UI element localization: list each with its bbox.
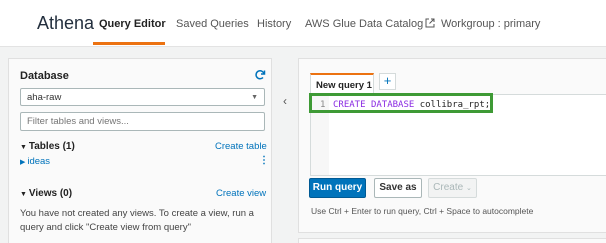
tab-saved-queries[interactable]: Saved Queries bbox=[176, 18, 249, 30]
views-header-label: Views (0) bbox=[28, 188, 73, 199]
tab-query-editor[interactable]: Query Editor bbox=[99, 18, 166, 30]
caret-down-icon: ▼ bbox=[20, 191, 29, 198]
database-title: Database bbox=[20, 70, 69, 82]
top-navigation: Athena Query Editor Saved Queries Histor… bbox=[0, 0, 606, 47]
database-select-value: aha-raw bbox=[27, 92, 62, 103]
run-query-button[interactable]: Run query bbox=[309, 178, 366, 198]
save-as-button[interactable]: Save as bbox=[374, 178, 422, 198]
active-tab-indicator bbox=[93, 42, 165, 45]
tables-section-header[interactable]: ▼ Tables (1) bbox=[20, 141, 75, 152]
tab-history[interactable]: History bbox=[257, 18, 291, 30]
caret-down-icon: ▼ bbox=[251, 94, 258, 101]
filter-tables-input[interactable] bbox=[20, 112, 265, 131]
more-options-icon[interactable]: ⋮ bbox=[259, 155, 269, 166]
add-tab-button[interactable]: + bbox=[379, 73, 396, 90]
athena-logo: Athena bbox=[37, 13, 95, 33]
create-button-label: Create bbox=[433, 182, 464, 193]
views-empty-message: You have not created any views. To creat… bbox=[20, 208, 254, 233]
external-link-icon bbox=[425, 18, 435, 28]
caret-down-icon: ▼ bbox=[20, 144, 29, 151]
keyboard-hint: Use Ctrl + Enter to run query, Ctrl + Sp… bbox=[311, 206, 534, 216]
create-view-link[interactable]: Create view bbox=[216, 188, 266, 199]
create-dropdown-button[interactable]: Create ⌄ bbox=[428, 178, 477, 198]
chevron-left-icon[interactable]: ‹ bbox=[283, 94, 287, 108]
database-select[interactable]: aha-raw ▼ bbox=[20, 88, 265, 106]
query-tab[interactable]: New query 1 bbox=[310, 73, 374, 95]
tab-glue-label: AWS Glue Data Catalog bbox=[305, 18, 424, 30]
chevron-down-icon: ⌄ bbox=[465, 185, 472, 192]
database-sidebar: Database aha-raw ▼ ▼ Tables (1) Create t… bbox=[8, 58, 272, 243]
results-panel bbox=[298, 238, 606, 243]
highlight-box bbox=[309, 93, 493, 113]
tab-workgroup[interactable]: Workgroup : primary bbox=[441, 18, 540, 30]
create-table-link[interactable]: Create table bbox=[215, 141, 267, 152]
table-item-label: ideas bbox=[27, 156, 51, 167]
tables-header-label: Tables (1) bbox=[28, 141, 75, 152]
table-item-ideas[interactable]: ▶ ideas bbox=[20, 156, 50, 167]
views-section-header[interactable]: ▼ Views (0) bbox=[20, 188, 72, 199]
tab-glue-data-catalog[interactable]: AWS Glue Data Catalog bbox=[305, 18, 435, 30]
refresh-icon[interactable] bbox=[254, 69, 266, 81]
